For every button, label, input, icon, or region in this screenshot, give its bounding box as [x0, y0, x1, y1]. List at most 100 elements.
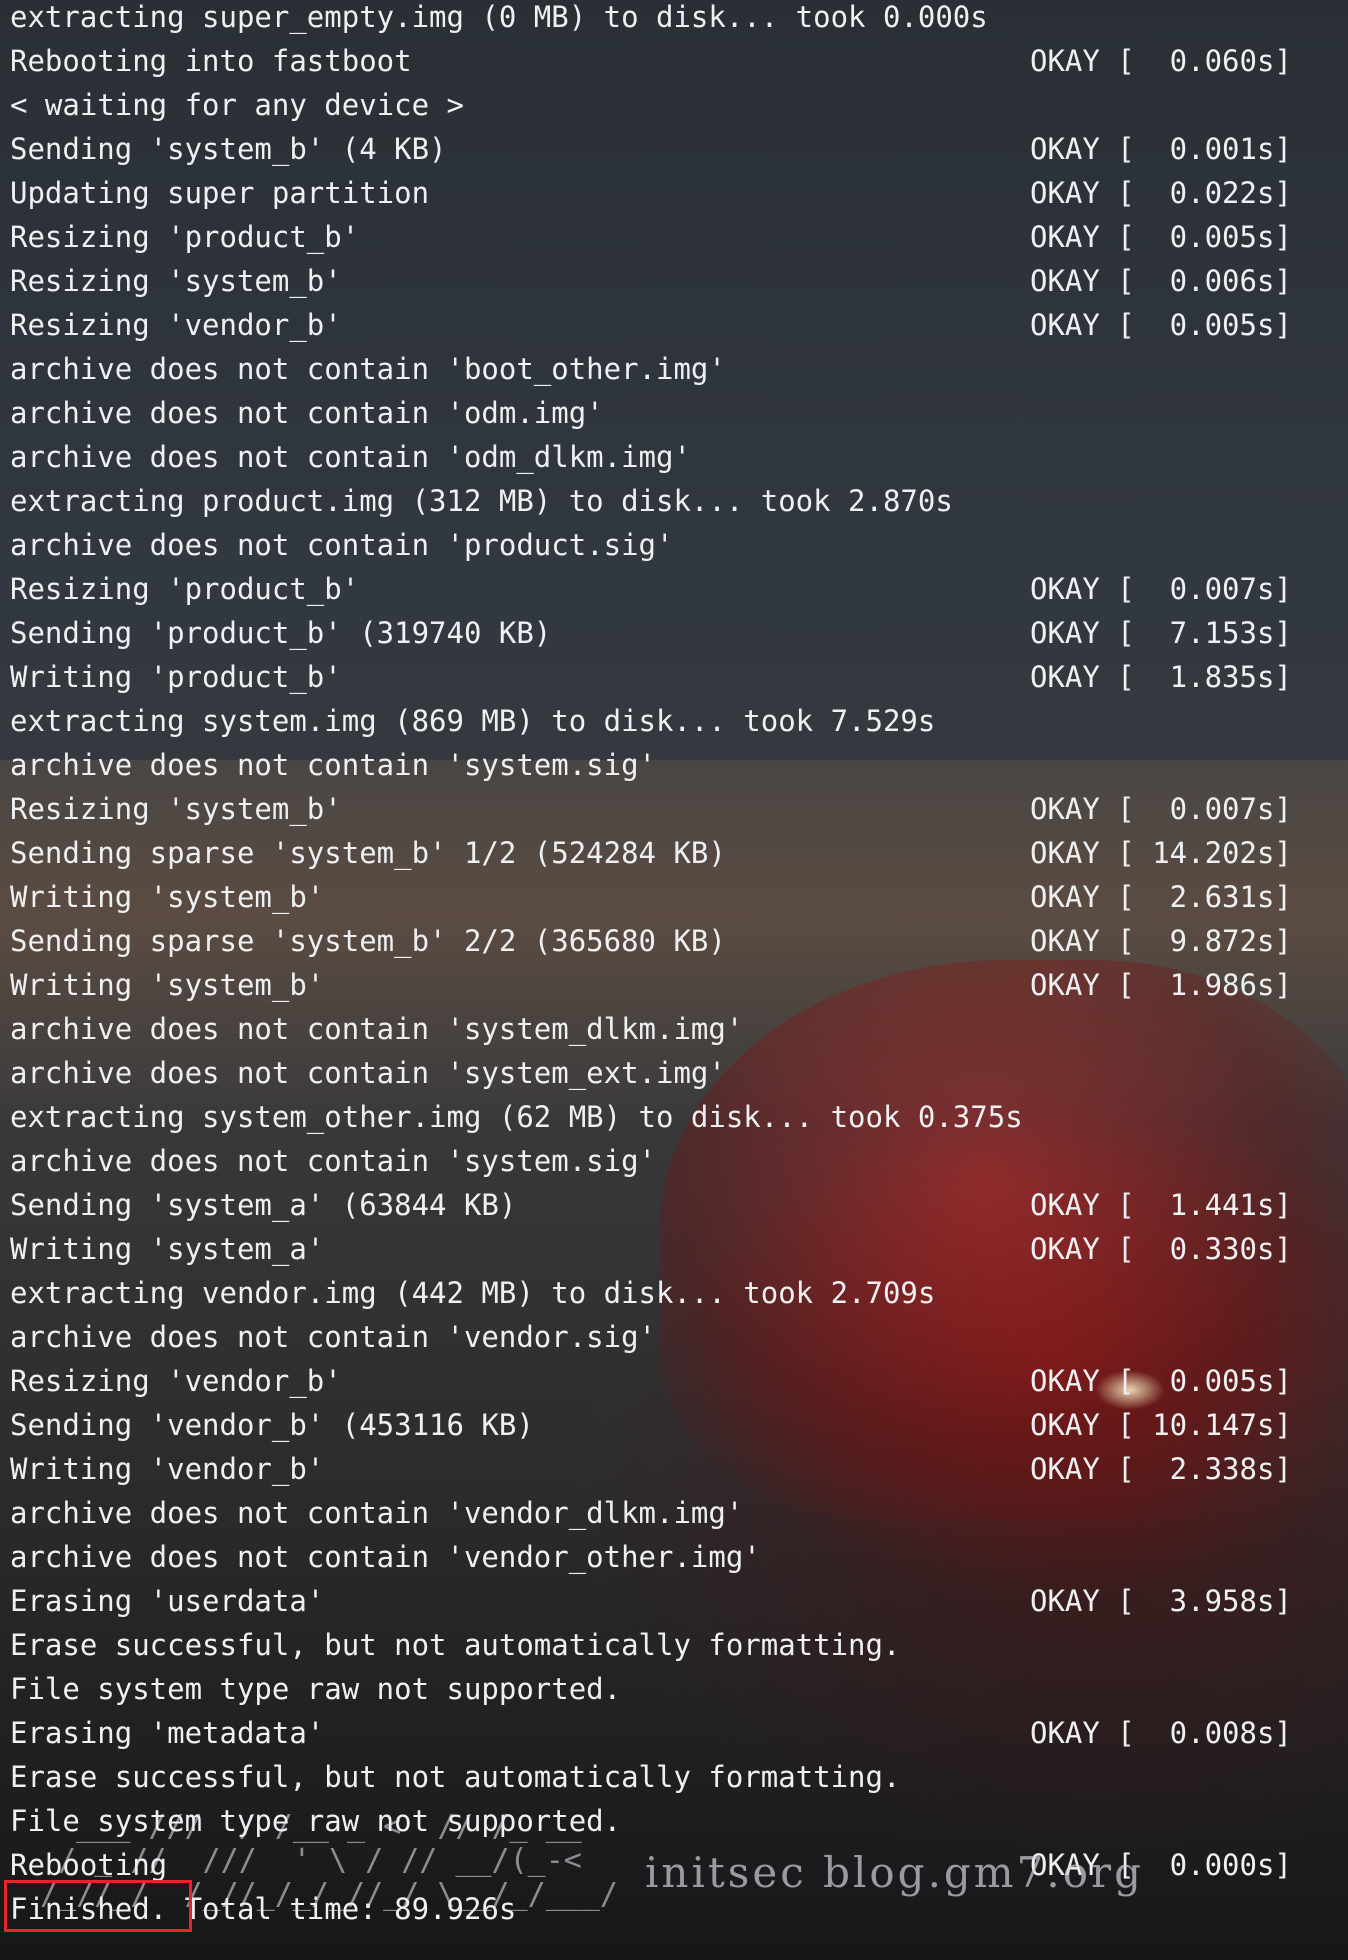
terminal-line-status: OKAY [ 0.007s]	[1030, 572, 1292, 606]
terminal-line-text: Erasing 'metadata'	[10, 1716, 325, 1750]
terminal-line: Writing 'system_b' OKAY [ 2.631s]	[10, 880, 1330, 924]
terminal-line-text: Updating super partition	[10, 176, 430, 210]
terminal-line-text: Writing 'vendor_b'	[10, 1452, 325, 1486]
terminal-line: archive does not contain 'boot_other.img…	[10, 352, 1330, 396]
terminal-line: Sending 'system_b' (4 KB) OKAY [ 0.001s]	[10, 132, 1330, 176]
terminal-line: extracting system.img (869 MB) to disk..…	[10, 704, 1330, 748]
terminal-line: File system type raw not supported.	[10, 1672, 1330, 1716]
terminal-line-text: archive does not contain 'product.sig'	[10, 528, 674, 562]
terminal-line: Sending 'system_a' (63844 KB) OKAY [ 1.44…	[10, 1188, 1330, 1232]
terminal-line: Resizing 'product_b' OKAY [ 0.007s]	[10, 572, 1330, 616]
terminal-line-status: OKAY [ 0.060s]	[1030, 44, 1292, 78]
terminal-line: Erase successful, but not automatically …	[10, 1628, 1330, 1672]
terminal-line-status: OKAY [ 0.001s]	[1030, 132, 1292, 166]
terminal-line: Resizing 'vendor_b' OKAY [ 0.005s]	[10, 308, 1330, 352]
terminal-line-text: archive does not contain 'odm_dlkm.img'	[10, 440, 691, 474]
terminal-line: Sending 'product_b' (319740 KB) OKAY [ 7.…	[10, 616, 1330, 660]
terminal-line-text: archive does not contain 'system.sig'	[10, 748, 657, 782]
terminal-line: extracting system_other.img (62 MB) to d…	[10, 1100, 1330, 1144]
terminal-line-status: OKAY [ 0.005s]	[1030, 220, 1292, 254]
terminal-line-text: extracting product.img (312 MB) to disk.…	[10, 484, 953, 518]
terminal-line-text: Resizing 'vendor_b'	[10, 308, 342, 342]
terminal-line-status: OKAY [ 0.005s]	[1030, 1364, 1292, 1398]
terminal-line: archive does not contain 'odm.img'	[10, 396, 1330, 440]
terminal-line: Writing 'product_b' OKAY [ 1.835s]	[10, 660, 1330, 704]
terminal-line: < waiting for any device >	[10, 88, 1330, 132]
terminal-line-text: Sending 'system_a' (63844 KB)	[10, 1188, 517, 1222]
terminal-line-status: OKAY [ 0.022s]	[1030, 176, 1292, 210]
terminal-line-text: Resizing 'vendor_b'	[10, 1364, 342, 1398]
terminal-line-text: archive does not contain 'system_dlkm.im…	[10, 1012, 744, 1046]
terminal-line-text: Erase successful, but not automatically …	[10, 1628, 901, 1662]
terminal-line-text: Sending sparse 'system_b' 1/2 (524284 KB…	[10, 836, 726, 870]
terminal-line: archive does not contain 'vendor.sig'	[10, 1320, 1330, 1364]
terminal-line: archive does not contain 'system_dlkm.im…	[10, 1012, 1330, 1056]
terminal-line-status: OKAY [ 0.006s]	[1030, 264, 1292, 298]
terminal-line: Erasing 'metadata' OKAY [ 0.008s]	[10, 1716, 1330, 1760]
terminal-line: archive does not contain 'vendor_dlkm.im…	[10, 1496, 1330, 1540]
terminal-line: archive does not contain 'product.sig'	[10, 528, 1330, 572]
terminal-line-text: Writing 'system_a'	[10, 1232, 325, 1266]
terminal-line: Resizing 'system_b' OKAY [ 0.006s]	[10, 264, 1330, 308]
terminal-line-status: OKAY [ 1.986s]	[1030, 968, 1292, 1002]
terminal-line-text: Sending 'product_b' (319740 KB)	[10, 616, 552, 650]
terminal-line-text: Sending 'vendor_b' (453116 KB)	[10, 1408, 534, 1442]
terminal-line: Sending sparse 'system_b' 2/2 (365680 KB…	[10, 924, 1330, 968]
terminal-line-text: archive does not contain 'vendor_other.i…	[10, 1540, 761, 1574]
terminal-line-text: Sending sparse 'system_b' 2/2 (365680 KB…	[10, 924, 726, 958]
terminal-line: archive does not contain 'system.sig'	[10, 748, 1330, 792]
finished-highlight-box	[4, 1880, 192, 1932]
terminal-line-status: OKAY [ 2.338s]	[1030, 1452, 1292, 1486]
terminal-line-status: OKAY [ 0.007s]	[1030, 792, 1292, 826]
terminal-line-text: Writing 'system_b'	[10, 880, 325, 914]
terminal-line-text: Rebooting into fastboot	[10, 44, 412, 78]
terminal-window[interactable]: extracting super_empty.img (0 MB) to dis…	[0, 0, 1348, 1960]
terminal-line-text: Erasing 'userdata'	[10, 1584, 325, 1618]
terminal-line: Writing 'system_a' OKAY [ 0.330s]	[10, 1232, 1330, 1276]
terminal-line: Erasing 'userdata' OKAY [ 3.958s]	[10, 1584, 1330, 1628]
terminal-line-text: Resizing 'product_b'	[10, 220, 360, 254]
terminal-line: Erase successful, but not automatically …	[10, 1760, 1330, 1804]
terminal-line-status: OKAY [ 2.631s]	[1030, 880, 1292, 914]
terminal-line-status: OKAY [ 9.872s]	[1030, 924, 1292, 958]
terminal-line-text: Erase successful, but not automatically …	[10, 1760, 901, 1794]
terminal-line: Rebooting into fastboot OKAY [ 0.060s]	[10, 44, 1330, 88]
terminal-line-status: OKAY [ 3.958s]	[1030, 1584, 1292, 1618]
terminal-line-text: archive does not contain 'odm.img'	[10, 396, 604, 430]
terminal-line-text: Resizing 'product_b'	[10, 572, 360, 606]
terminal-line-status: OKAY [ 1.835s]	[1030, 660, 1292, 694]
terminal-line: extracting product.img (312 MB) to disk.…	[10, 484, 1330, 528]
terminal-line-text: Resizing 'system_b'	[10, 792, 342, 826]
terminal-line-text: archive does not contain 'system_ext.img…	[10, 1056, 726, 1090]
terminal-line: archive does not contain 'system_ext.img…	[10, 1056, 1330, 1100]
terminal-line-status: OKAY [ 7.153s]	[1030, 616, 1292, 650]
terminal-line-text: extracting vendor.img (442 MB) to disk..…	[10, 1276, 936, 1310]
terminal-line: Resizing 'system_b' OKAY [ 0.007s]	[10, 792, 1330, 836]
terminal-line-status: OKAY [ 14.202s]	[1030, 836, 1292, 870]
terminal-line: Writing 'system_b' OKAY [ 1.986s]	[10, 968, 1330, 1012]
terminal-line: archive does not contain 'system.sig'	[10, 1144, 1330, 1188]
terminal-line-status: OKAY [ 0.008s]	[1030, 1716, 1292, 1750]
terminal-line: Sending 'vendor_b' (453116 KB) OKAY [ 10.…	[10, 1408, 1330, 1452]
terminal-line: Writing 'vendor_b' OKAY [ 2.338s]	[10, 1452, 1330, 1496]
terminal-line: archive does not contain 'odm_dlkm.img'	[10, 440, 1330, 484]
terminal-line-text: extracting system.img (869 MB) to disk..…	[10, 704, 936, 738]
terminal-line: extracting vendor.img (442 MB) to disk..…	[10, 1276, 1330, 1320]
watermark-text: initsec blog.gm7.org	[645, 1848, 1144, 1897]
terminal-line-text: Resizing 'system_b'	[10, 264, 342, 298]
terminal-line: Updating super partition OKAY [ 0.022s]	[10, 176, 1330, 220]
terminal-line-text: Writing 'system_b'	[10, 968, 325, 1002]
terminal-line-text: File system type raw not supported.	[10, 1672, 622, 1706]
terminal-line-text: extracting super_empty.img (0 MB) to dis…	[10, 0, 988, 34]
terminal-line-text: archive does not contain 'boot_other.img…	[10, 352, 726, 386]
terminal-line: archive does not contain 'vendor_other.i…	[10, 1540, 1330, 1584]
terminal-line-text: archive does not contain 'vendor.sig'	[10, 1320, 657, 1354]
terminal-line-text: archive does not contain 'system.sig'	[10, 1144, 657, 1178]
terminal-line-text: extracting system_other.img (62 MB) to d…	[10, 1100, 1023, 1134]
terminal-line-text: Writing 'product_b'	[10, 660, 342, 694]
terminal-output: extracting super_empty.img (0 MB) to dis…	[10, 0, 1330, 1936]
terminal-line-status: OKAY [ 0.330s]	[1030, 1232, 1292, 1266]
terminal-line-status: OKAY [ 1.441s]	[1030, 1188, 1292, 1222]
terminal-line: Sending sparse 'system_b' 1/2 (524284 KB…	[10, 836, 1330, 880]
terminal-line: extracting super_empty.img (0 MB) to dis…	[10, 0, 1330, 44]
